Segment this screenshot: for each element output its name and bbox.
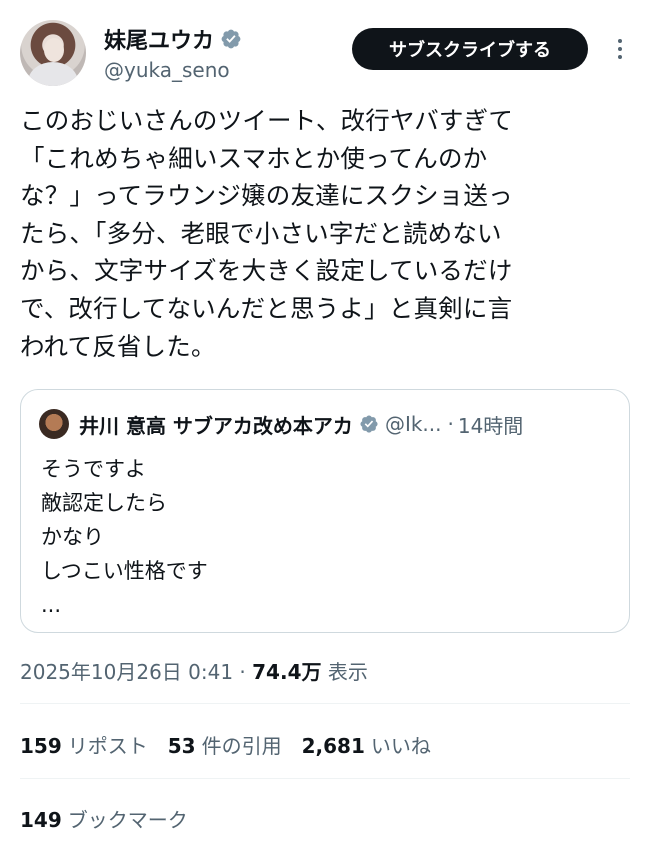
bookmarks-label: ブックマーク — [67, 808, 188, 832]
quoted-tweet-text: そうですよ 敵認定したら かなり しつこい性格です ... — [41, 452, 208, 622]
quoted-text-line: 敵認定したら — [41, 491, 167, 515]
author-display-name[interactable]: 妹尾ユウカ — [104, 23, 214, 55]
quotes-stat[interactable]: 53 件の引用 — [168, 730, 282, 759]
author-avatar[interactable] — [20, 20, 86, 86]
tweet-header: 妹尾ユウカ @yuka_seno サブスクライブする — [20, 20, 630, 90]
tweet-text-line: このおじいさんのツイート、改行ヤバすぎて — [20, 106, 514, 135]
quoted-separator: · — [447, 412, 454, 436]
quotes-count: 53 — [167, 734, 196, 758]
tweet-meta: 2025年10月26日 0:41 · 74.4万 表示 — [20, 656, 368, 685]
quoted-tweet-card[interactable]: 井川 意高 サブアカ改め本アカ @Ik... · 14時間 そうですよ 敵認定し… — [20, 389, 630, 633]
verified-badge-icon — [220, 28, 242, 50]
engagement-stats: 159 リポスト 53 件の引用 2,681 いいね — [20, 730, 451, 759]
views-count[interactable]: 74.4万 — [252, 660, 321, 684]
bookmarks-count: 149 — [20, 808, 62, 832]
divider — [20, 703, 630, 704]
reposts-label: リポスト — [67, 734, 148, 758]
tweet-text: このおじいさんのツイート、改行ヤバすぎて 「これめちゃ細いスマホとか使ってんのか… — [20, 102, 632, 365]
bookmarks-stat[interactable]: 149 ブックマーク — [20, 804, 188, 833]
views-label: 表示 — [321, 660, 368, 684]
author-name-row: 妹尾ユウカ — [104, 22, 242, 56]
tweet-text-line: われて反省した。 — [20, 331, 216, 361]
tweet-datetime[interactable]: 2025年10月26日 0:41 · — [20, 660, 252, 684]
reposts-count: 159 — [20, 734, 62, 758]
likes-label: いいね — [370, 734, 431, 758]
tweet-text-line: な？」ってラウンジ嬢の友達にスクショ送っ — [20, 181, 513, 211]
tweet-text-line: 「これめちゃ細いスマホとか使ってんのか — [20, 143, 488, 173]
tweet-text-line: から、文字サイズを大きく設定しているだけ — [20, 256, 513, 286]
avatar-face-shape — [44, 38, 64, 62]
author-handle[interactable]: @yuka_seno — [104, 58, 230, 82]
quoted-tweet-header: 井川 意高 サブアカ改め本アカ @Ik... · 14時間 — [39, 408, 619, 440]
likes-count: 2,681 — [301, 734, 365, 758]
reposts-stat[interactable]: 159 リポスト — [20, 730, 148, 759]
likes-stat[interactable]: 2,681 いいね — [302, 730, 431, 759]
quoted-text-line: そうですよ — [41, 457, 146, 481]
quotes-label: 件の引用 — [201, 734, 282, 758]
more-options-icon[interactable] — [610, 32, 630, 66]
quoted-author-handle[interactable]: @Ik... — [385, 412, 442, 436]
quoted-text-line: かなり — [41, 525, 104, 549]
quoted-author-display-name[interactable]: 井川 意高 サブアカ改め本アカ — [79, 410, 353, 439]
tweet-text-line: たら、「多分、老眼で小さい字だと読めない — [20, 218, 502, 248]
avatar-body-shape — [28, 62, 78, 86]
quoted-timestamp[interactable]: 14時間 — [458, 410, 523, 439]
verified-badge-icon — [359, 414, 379, 434]
subscribe-button[interactable]: サブスクライブする — [352, 28, 588, 70]
tweet-text-line: で、改行してないんだと思うよ」と真剣に言 — [20, 293, 513, 323]
tweet-detail: 妹尾ユウカ @yuka_seno サブスクライブする このおじいさんのツイート、… — [0, 0, 650, 852]
quoted-author-avatar[interactable] — [39, 409, 69, 439]
divider — [20, 778, 630, 779]
quoted-text-line: しつこい性格です — [41, 559, 208, 583]
quoted-text-line: ... — [41, 593, 62, 617]
